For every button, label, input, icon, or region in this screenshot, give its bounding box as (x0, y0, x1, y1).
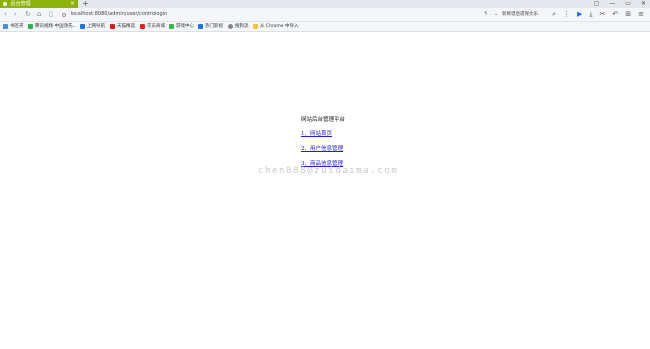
bookmark-label: 腾讯视频-中国领先... (35, 24, 77, 29)
page-title: 网站后台管理平台 (301, 117, 346, 123)
window-skin-icon[interactable]: ▢ (594, 0, 600, 8)
bookmark-label: 搜狗流 (235, 24, 249, 29)
window-controls: ▢ — ▭ ✕ (594, 0, 646, 8)
game-icon (169, 24, 174, 29)
download-icon[interactable]: ⤓ (589, 8, 592, 21)
play-icon[interactable]: ▶ (577, 8, 582, 21)
globe-icon (228, 24, 233, 29)
bookmark-label: 京东商城 (147, 24, 165, 29)
refresh-icon[interactable]: ↻ (25, 8, 31, 21)
site-info-icon[interactable] (62, 12, 66, 17)
video-icon (28, 24, 33, 29)
window-minimize-icon[interactable]: — (609, 0, 615, 8)
page-content: 网站后台管理平台 1、网站首页 2、用户信息管理 3、商品信息管理 chen88… (0, 32, 650, 349)
film-icon (198, 24, 203, 29)
reading-mode-icon[interactable]: ▯ (49, 8, 53, 21)
search-placeholder: 新稀谱后遗保文乐 (502, 12, 538, 17)
bookmarks-bar: 书签夹 腾讯视频-中国领先... 上网导航 天猫精选 京东商城 游戏中心 热门影… (0, 22, 650, 32)
bookmark-item[interactable]: 上网导航 (80, 22, 105, 31)
extensions-icon[interactable]: ⊞ (625, 8, 631, 21)
bookmark-label: 热门影视 (205, 24, 223, 29)
menu-icon[interactable]: ≡ (638, 8, 644, 21)
browser-tab-active[interactable]: 后台管理 × (0, 0, 78, 8)
watermark: chen888@zuidaima.com (258, 166, 399, 176)
bookmark-label: 书签夹 (10, 24, 24, 29)
more-icon[interactable]: ⋮ (563, 8, 570, 21)
bookmark-label: 天猫精选 (117, 24, 135, 29)
jd-icon (140, 24, 145, 29)
bookmark-item[interactable]: 游戏中心 (169, 22, 194, 31)
folder-icon (253, 24, 258, 29)
navigation-bar: ‹ › ↻ ⌂ ▯ localhost:8080/admin/user/cont… (0, 8, 650, 22)
url-text: localhost:8080/admin/user/contrologin (70, 11, 168, 17)
link-site-home[interactable]: 1、网站首页 (301, 129, 332, 137)
tab-favicon-icon (3, 2, 7, 6)
bookmark-item[interactable]: 热门影视 (198, 22, 223, 31)
bookmark-item[interactable]: 搜狗流 (228, 22, 249, 31)
bookmark-label: 上网导航 (87, 24, 105, 29)
navigation-icon (80, 24, 85, 29)
bookmark-item[interactable]: 从 Chrome 中导入 (253, 22, 299, 31)
star-icon (3, 24, 8, 29)
search-icon[interactable]: ⌕ (552, 8, 556, 21)
bookmark-item[interactable]: 京东商城 (140, 22, 165, 31)
link-user-management[interactable]: 2、用户信息管理 (301, 144, 343, 152)
toolbar-right: ⌕ ⋮ ▶ ⤓ ✂ ↶ ⊞ ≡ (552, 8, 644, 21)
window-close-icon[interactable]: ✕ (641, 0, 646, 8)
bookmark-item[interactable]: 天猫精选 (110, 22, 135, 31)
bookmark-item[interactable]: 书签夹 (3, 22, 24, 31)
dropdown-icon[interactable]: ⌄ (494, 8, 498, 21)
bookmark-label: 游戏中心 (176, 24, 194, 29)
tab-title: 后台管理 (10, 1, 31, 7)
tmall-icon (110, 24, 115, 29)
window-maximize-icon[interactable]: ▭ (625, 0, 631, 8)
bookmark-item[interactable]: 腾讯视频-中国领先... (28, 22, 77, 31)
cut-icon[interactable]: ✂ (600, 8, 606, 21)
tab-close-icon[interactable]: × (70, 0, 75, 8)
bookmark-label: 从 Chrome 中导入 (260, 24, 299, 29)
back-icon[interactable]: ‹ (4, 8, 7, 21)
forward-icon[interactable]: › (14, 8, 17, 21)
undo-icon[interactable]: ↶ (612, 8, 618, 21)
lightning-icon[interactable]: ϟ (484, 8, 487, 21)
home-icon[interactable]: ⌂ (37, 8, 41, 21)
tab-bar: 后台管理 × + ▢ — ▭ ✕ (0, 0, 650, 8)
new-tab-button[interactable]: + (82, 0, 89, 8)
